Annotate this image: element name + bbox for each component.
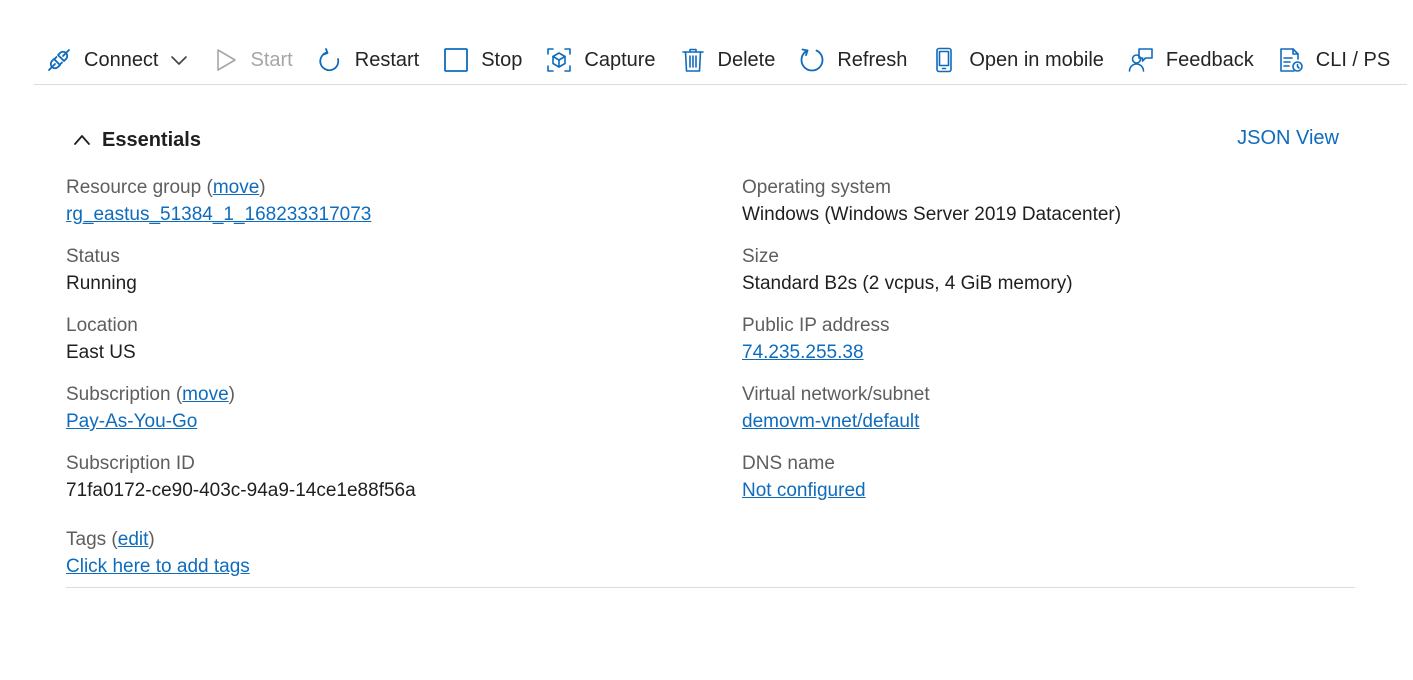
connect-label: Connect (84, 48, 159, 71)
essentials-toggle[interactable]: Essentials (72, 126, 201, 154)
os-value: Windows (Windows Server 2019 Datacenter) (742, 204, 1122, 225)
restart-icon (317, 47, 343, 73)
stop-icon (443, 47, 469, 73)
stop-label: Stop (481, 48, 523, 71)
subscription-id-field: Subscription ID 71fa0172-ce90-403c-94a9-… (66, 451, 706, 520)
capture-icon (546, 47, 572, 73)
size-label: Size (742, 246, 779, 267)
json-view-link[interactable]: JSON View (1237, 127, 1339, 150)
refresh-icon (799, 47, 825, 73)
start-button[interactable]: Start (201, 38, 305, 82)
open-in-mobile-button[interactable]: Open in mobile (919, 38, 1116, 82)
resource-group-move-link[interactable]: move (213, 177, 259, 198)
open-in-mobile-label: Open in mobile (969, 48, 1104, 71)
status-value: Running (66, 273, 137, 294)
status-field: Status Running (66, 244, 706, 313)
stop-button[interactable]: Stop (431, 38, 534, 82)
vnet-link[interactable]: demovm-vnet/default (742, 411, 919, 432)
size-value: Standard B2s (2 vcpus, 4 GiB memory) (742, 273, 1073, 294)
resource-group-label: Resource group (66, 177, 202, 198)
dns-label: DNS name (742, 453, 835, 474)
feedback-person-icon (1128, 47, 1154, 73)
subscription-field: Subscription (move) Pay-As-You-Go (66, 384, 235, 432)
tags-field: Tags (edit) Click here to add tags (66, 529, 250, 577)
cli-script-icon (1278, 47, 1304, 73)
status-label: Status (66, 246, 120, 267)
connect-button[interactable]: Connect (34, 38, 201, 82)
restart-label: Restart (354, 48, 420, 71)
resource-group-field: Resource group (move) rg_eastus_51384_1_… (66, 177, 372, 225)
tags-label: Tags (66, 529, 107, 550)
subscription-link[interactable]: Pay-As-You-Go (66, 411, 197, 432)
chevron-down-icon (169, 50, 189, 70)
play-icon (213, 47, 239, 73)
trash-icon (680, 47, 706, 73)
subscription-move-link[interactable]: move (182, 384, 228, 405)
cli-ps-label: CLI / PS (1315, 48, 1391, 71)
delete-label: Delete (717, 48, 776, 71)
refresh-label: Refresh (837, 48, 908, 71)
command-bar: Connect Start Restart Stop Capture Delet… (34, 36, 1407, 85)
feedback-button[interactable]: Feedback (1116, 38, 1266, 82)
subscription-id-value: 71fa0172-ce90-403c-94a9-14ce1e88f56a (66, 480, 416, 501)
public-ip-link[interactable]: 74.235.255.38 (742, 342, 864, 363)
cli-ps-button[interactable]: CLI / PS (1266, 38, 1402, 82)
location-value: East US (66, 342, 136, 363)
location-label: Location (66, 315, 138, 336)
dns-field: DNS name Not configured (742, 451, 1362, 520)
delete-button[interactable]: Delete (668, 38, 788, 82)
essentials-left-column: Resource group (move) rg_eastus_51384_1_… (66, 175, 706, 520)
vnet-label: Virtual network/subnet (742, 384, 930, 405)
public-ip-field: Public IP address 74.235.255.38 (742, 313, 1362, 382)
public-ip-label: Public IP address (742, 315, 890, 336)
essentials-right-column: Operating system Windows (Windows Server… (742, 175, 1362, 520)
chevron-up-icon (72, 130, 92, 150)
location-field: Location East US (66, 313, 706, 382)
refresh-button[interactable]: Refresh (787, 38, 919, 82)
essentials-divider (66, 587, 1355, 588)
subscription-id-label: Subscription ID (66, 453, 195, 474)
vnet-field: Virtual network/subnet demovm-vnet/defau… (742, 382, 1362, 451)
os-field: Operating system Windows (Windows Server… (742, 175, 1362, 244)
plug-icon (46, 47, 72, 73)
capture-button[interactable]: Capture (534, 38, 667, 82)
dns-link[interactable]: Not configured (742, 480, 866, 501)
add-tags-link[interactable]: Click here to add tags (66, 556, 250, 577)
os-label: Operating system (742, 177, 891, 198)
tags-edit-link[interactable]: edit (118, 529, 149, 550)
essentials-title: Essentials (102, 128, 201, 151)
mobile-phone-icon (931, 47, 957, 73)
capture-label: Capture (584, 48, 656, 71)
start-label: Start (250, 48, 293, 71)
resource-group-link[interactable]: rg_eastus_51384_1_168233317073 (66, 204, 371, 225)
feedback-label: Feedback (1165, 48, 1254, 71)
restart-button[interactable]: Restart (305, 38, 431, 82)
subscription-label: Subscription (66, 384, 171, 405)
size-field: Size Standard B2s (2 vcpus, 4 GiB memory… (742, 244, 1362, 313)
